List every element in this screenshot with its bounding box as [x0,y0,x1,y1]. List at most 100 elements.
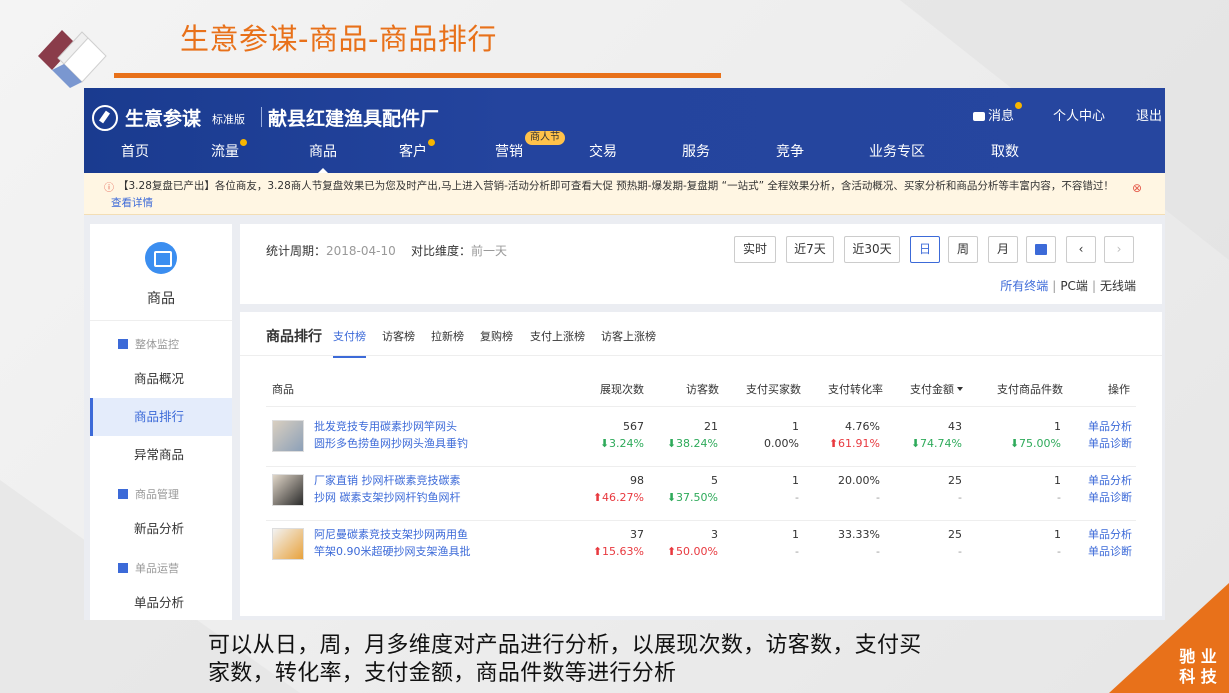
nav-customers[interactable]: 客户 [399,141,427,161]
change-indicator: - [948,543,962,560]
sidebar-group-manage: 商品管理 [118,486,179,502]
tab-repurchase[interactable]: 复购榜 [480,328,513,344]
tab-visitor-rise[interactable]: 访客上涨榜 [601,328,656,344]
prev-period-button[interactable]: ‹ [1066,236,1096,263]
profile-link[interactable]: 个人中心 [1053,105,1105,124]
sidebar: 商品 整体监控 商品概况 商品排行 异常商品 商品管理 新品分析 单品运营 单品… [90,224,232,620]
sort-desc-icon [957,387,963,391]
product-thumbnail[interactable] [272,420,304,452]
terminal-pc[interactable]: PC端 [1060,279,1088,293]
change-indicator: ⬆61.91% [829,435,880,452]
nav-competition[interactable]: 竞争 [776,141,804,161]
header-conversion[interactable]: 支付转化率 [828,381,883,397]
header-items[interactable]: 支付商品件数 [997,381,1063,397]
nav-services[interactable]: 服务 [682,141,710,161]
product-name-line: 圆形多色捞鱼网抄网头渔具垂钓 [314,437,468,450]
tab-pay-rise[interactable]: 支付上涨榜 [530,328,585,344]
tabs-divider [240,355,1162,356]
single-analysis-link[interactable]: 单品分析 [1088,472,1132,489]
change-value: 0.00% [764,437,799,450]
header-impressions[interactable]: 展现次数 [600,381,644,397]
notice-text: 【3.28复盘已产出】各位商友，3.28商人节复盘效果已为您及时产出,马上进入营… [118,180,1114,192]
header-visitors[interactable]: 访客数 [686,381,719,397]
single-diagnosis-link[interactable]: 单品诊断 [1088,543,1132,560]
change-indicator: ⬇37.50% [667,489,718,506]
customers-dot [428,139,435,146]
period-info: 统计周期：2018-04-10 对比维度：前一天 [266,242,507,259]
period-30days-button[interactable]: 近30天 [844,236,900,263]
period-week-button[interactable]: 周 [948,236,978,263]
header-amount[interactable]: 支付金额 [910,381,963,397]
cell-amount: 25 - [948,526,962,560]
document-icon [118,489,128,499]
message-icon [973,112,985,121]
caption-line-2: 家数，转化率，支付金额，商品件数等进行分析 [208,661,677,686]
period-realtime-button[interactable]: 实时 [734,236,776,263]
slide-title: 生意参谋-商品-商品排行 [180,22,497,56]
nav-marketing[interactable]: 营销 [495,141,523,161]
close-icon[interactable]: ⊗ [1132,181,1142,195]
change-value: 75.00% [1019,437,1061,450]
single-diagnosis-link[interactable]: 单品诊断 [1088,435,1132,452]
calendar-button[interactable] [1026,236,1056,263]
arrow-up-icon: ⬆ [592,545,603,558]
tab-new[interactable]: 拉新榜 [431,328,464,344]
period-month-button[interactable]: 月 [988,236,1018,263]
compare-value[interactable]: 前一天 [471,244,507,258]
sidebar-item-ranking[interactable]: 商品排行 [90,398,232,436]
arrow-down-icon: ⬇ [599,437,610,450]
sidebar-item-abnormal[interactable]: 异常商品 [90,436,232,474]
messages-link[interactable]: 消息 [973,105,1014,124]
change-indicator: - [838,543,880,560]
nav-products[interactable]: 商品 [309,141,337,175]
product-bag-icon [145,242,177,274]
cell-value: 567 [623,420,644,433]
cell-amount: 25 - [948,472,962,506]
nav-traffic[interactable]: 流量 [211,141,239,161]
row-divider [266,520,1136,521]
change-indicator: ⬆50.00% [667,543,718,560]
change-indicator: ⬇3.24% [600,435,644,452]
nav-business-zone[interactable]: 业务专区 [869,141,925,161]
sidebar-group-single: 单品运营 [118,560,179,576]
period-day-button[interactable]: 日 [910,236,940,263]
product-name-link[interactable]: 批发竞技专用碳素抄网竿网头 圆形多色捞鱼网抄网头渔具垂钓 [314,418,504,452]
title-underline [114,73,721,78]
header-buyers[interactable]: 支付买家数 [746,381,801,397]
change-value: - [958,545,962,558]
ranking-heading: 商品排行 [266,329,322,345]
terminal-wireless[interactable]: 无线端 [1100,279,1136,293]
tab-visitors[interactable]: 访客榜 [382,328,415,344]
change-indicator: 0.00% [764,435,799,452]
brand-divider [261,107,262,127]
period-7days-button[interactable]: 近7天 [786,236,834,263]
arrow-down-icon: ⬇ [910,437,921,450]
product-thumbnail[interactable] [272,528,304,560]
sidebar-item-single-analysis[interactable]: 单品分析 [90,584,232,620]
single-diagnosis-link[interactable]: 单品诊断 [1088,489,1132,506]
nav-transactions[interactable]: 交易 [589,141,617,161]
cell-buyers: 1- [792,526,799,560]
product-name-link[interactable]: 厂家直销 抄网杆碳素竞技碳素 抄网 碳素支架抄网杆钓鱼网杆 [314,472,504,506]
messages-label: 消息 [988,109,1015,124]
product-thumbnail[interactable] [272,474,304,506]
row-actions: 单品分析 单品诊断 [1088,526,1132,560]
notice-details-link[interactable]: 查看详情 [111,195,153,210]
nav-home[interactable]: 首页 [121,141,149,161]
brand-name[interactable]: 生意参谋 [125,104,201,131]
single-analysis-link[interactable]: 单品分析 [1088,526,1132,543]
tab-pay[interactable]: 支付榜 [333,328,366,358]
slide-caption: 可以从日，周，月多维度对产品进行分析，以展现次数，访客数，支付买 家数，转化率，… [208,632,1008,688]
next-period-button[interactable]: › [1104,236,1134,263]
cell-impressions: 37 ⬆15.63% [593,526,644,560]
terminal-all[interactable]: 所有终端 [1000,279,1048,293]
sidebar-item-new-analysis[interactable]: 新品分析 [90,510,232,548]
arrow-down-icon: ⬇ [1009,437,1020,450]
cell-items: 1- [1054,472,1061,506]
sidebar-item-overview[interactable]: 商品概况 [90,360,232,398]
single-analysis-link[interactable]: 单品分析 [1088,418,1132,435]
logout-link[interactable]: 退出 [1136,105,1162,124]
cell-value: 21 [704,420,718,433]
product-name-link[interactable]: 阿尼曼碳素竞技支架抄网两用鱼 竿架0.90米超硬抄网支架渔具批 [314,526,504,560]
nav-data-fetch[interactable]: 取数 [991,141,1019,161]
